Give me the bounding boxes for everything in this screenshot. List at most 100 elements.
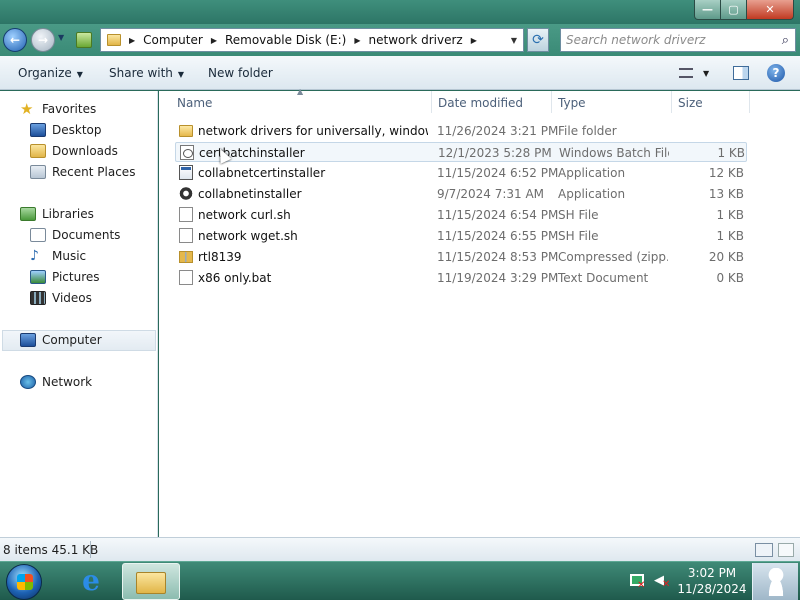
file-type: Application [558,166,626,180]
navigation-pane[interactable]: ★ Favorites Desktop Downloads Recent Pla… [0,91,158,537]
address-row: ← → ▼ ▶ Computer ▶ Removable Disk (E:) ▶… [0,24,800,56]
nav-libraries[interactable]: Libraries [20,207,94,221]
file-date: 11/19/2024 3:29 PM [437,271,559,285]
chevron-right-icon[interactable]: ▶ [211,36,217,45]
file-row[interactable]: collabnetcertinstaller 11/15/2024 6:52 P… [175,163,747,183]
nav-computer[interactable]: Computer [20,333,102,347]
file-row[interactable]: network drivers for universally, windows… [175,121,747,141]
details-view-icon[interactable] [755,543,773,557]
file-date: 11/15/2024 6:55 PM [437,229,559,243]
nav-music-label: Music [52,249,87,263]
search-input[interactable]: Search network driverz ⌕ [560,28,796,52]
address-bar[interactable]: ▶ Computer ▶ Removable Disk (E:) ▶ netwo… [100,28,524,52]
videos-icon [30,291,46,305]
command-bar: Organize ▼ Share with ▼ New folder ▼ ? [0,56,800,90]
file-date: 11/15/2024 6:52 PM [437,166,559,180]
column-header-name[interactable]: Name [177,96,212,110]
internet-explorer-icon[interactable]: e [76,567,106,595]
nav-recent-places[interactable]: Recent Places [30,165,135,179]
clock-date[interactable]: 11/28/2024 [676,582,748,596]
taskbar-explorer-button[interactable] [122,563,180,600]
file-row[interactable]: collabnetinstaller 9/7/2024 7:31 AM Appl… [175,184,747,204]
file-row[interactable]: x86 only.bat 11/19/2024 3:29 PM Text Doc… [175,268,747,288]
nav-network[interactable]: Network [20,375,92,389]
chevron-right-icon[interactable]: ▶ [471,36,477,45]
file-date: 9/7/2024 7:31 AM [437,187,545,201]
new-folder-button[interactable]: New folder [208,66,273,80]
maximize-button[interactable]: ▢ [720,0,747,20]
file-date: 11/26/2024 3:21 PM [437,124,559,138]
minimize-button[interactable]: — [694,0,721,20]
batch-file-icon [180,145,194,160]
document-icon [179,207,193,222]
clock-time[interactable]: 3:02 PM [682,566,742,580]
start-button[interactable] [6,564,42,600]
nav-downloads-label: Downloads [52,144,118,158]
share-with-button[interactable]: Share with ▼ [109,66,184,80]
organize-label: Organize [18,66,72,80]
refresh-button[interactable]: ⟳ [527,28,549,52]
column-header-size[interactable]: Size [678,96,703,110]
file-size: 12 KB [708,166,744,180]
volume-muted-icon: ✕ [662,579,671,590]
nav-documents[interactable]: Documents [30,228,120,242]
forward-arrow-icon: → [37,33,49,47]
nav-videos[interactable]: Videos [30,291,92,305]
nav-pictures[interactable]: Pictures [30,270,100,284]
sort-ascending-icon: ▲ [297,87,304,96]
forward-button[interactable]: → [31,28,55,52]
column-divider[interactable] [671,91,672,113]
breadcrumb-computer[interactable]: Computer [143,33,203,47]
file-type: Text Document [558,271,649,285]
search-icon[interactable]: ⌕ [782,33,789,48]
back-button[interactable]: ← [3,28,27,52]
file-row[interactable]: rtl8139 11/15/2024 8:53 PM Compressed (z… [175,247,747,267]
chevron-right-icon[interactable]: ▶ [129,36,135,45]
search-placeholder: Search network driverz [566,33,706,47]
file-row-hovered[interactable]: certbatchinstaller 12/1/2023 5:28 PM Win… [175,142,747,162]
file-row[interactable]: network wget.sh 11/15/2024 6:55 PM SH Fi… [175,226,747,246]
document-icon [179,228,193,243]
minimize-icon: — [702,3,713,16]
breadcrumb-removable-disk[interactable]: Removable Disk (E:) [225,33,346,47]
nav-desktop[interactable]: Desktop [30,123,102,137]
column-divider[interactable] [749,91,750,113]
folder-icon [107,34,121,46]
refresh-icon: ⟳ [532,32,544,48]
folder-up-icon[interactable] [76,32,92,48]
nav-music[interactable]: ♪ Music [30,249,86,263]
maximize-icon: ▢ [728,3,739,16]
large-icons-view-icon[interactable] [778,543,794,557]
chevron-down-icon[interactable]: ▼ [703,69,709,78]
network-icon [20,375,36,389]
file-type: Compressed (zipp... [558,250,668,264]
column-divider[interactable] [551,91,552,113]
nav-downloads[interactable]: Downloads [30,144,118,158]
show-desktop-button[interactable] [752,563,798,600]
document-icon [179,270,193,285]
recent-pages-dropdown[interactable]: ▼ [58,33,64,42]
chevron-right-icon[interactable]: ▶ [354,36,360,45]
file-type: Application [558,187,626,201]
address-history-dropdown[interactable]: ▼ [511,36,517,45]
column-divider[interactable] [431,91,432,113]
pictures-icon [30,270,46,284]
help-icon[interactable]: ? [767,64,785,82]
organize-button[interactable]: Organize ▼ [18,66,83,80]
column-header-date[interactable]: Date modified [438,96,523,110]
file-name: collabnetcertinstaller [198,166,326,180]
close-button[interactable]: ✕ [746,0,794,20]
file-row[interactable]: network curl.sh 11/15/2024 6:54 PM SH Fi… [175,205,747,225]
preview-pane-icon[interactable] [733,66,749,80]
breadcrumb-current-folder[interactable]: network driverz [369,33,463,47]
network-disconnected-icon: ✕ [637,580,646,591]
folder-icon [179,125,193,137]
column-header-type[interactable]: Type [558,96,586,110]
status-bar: 8 items 45.1 KB [0,537,800,561]
views-icon[interactable] [679,68,693,78]
file-list[interactable]: ▲ Name Date modified Type Size network d… [159,87,800,537]
nav-recent-places-label: Recent Places [52,165,136,179]
close-icon: ✕ [765,3,775,16]
file-name: rtl8139 [198,250,242,264]
nav-favorites[interactable]: ★ Favorites [20,102,96,117]
